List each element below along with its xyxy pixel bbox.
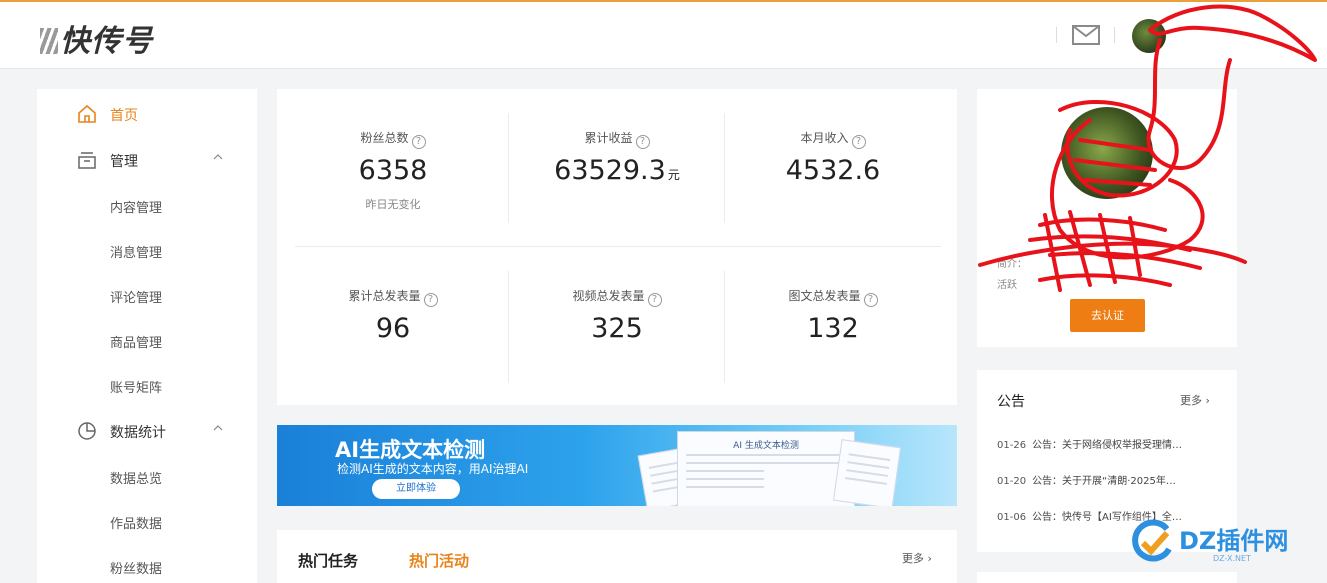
stat-income-total: 累计收益? 63529.3 元 (502, 129, 732, 186)
stat-unit: 元 (667, 168, 680, 182)
stat-value: 4532.6 (785, 155, 881, 186)
sidebar-item-data-overview[interactable]: 数据总览 (110, 468, 162, 487)
header-divider (1114, 27, 1115, 43)
home-icon (78, 104, 96, 123)
help-icon[interactable]: ? (635, 135, 650, 149)
notice-date: 01-20 (997, 476, 1027, 487)
logo[interactable]: 快传号 (40, 16, 153, 60)
stat-fans-total: 粉丝总数? 6358 昨日无变化 (278, 129, 508, 212)
chevron-up-icon[interactable] (213, 423, 223, 433)
notice-title: 公告 (997, 394, 1025, 410)
stat-article-total: 图文总发表量? 132 (718, 287, 948, 344)
profile-avatar[interactable] (1061, 107, 1153, 199)
stat-title: 累计收益 (584, 131, 633, 145)
banner-doc-title: AI 生成文本检测 (733, 441, 799, 451)
notice-text: 公告：关于网络侵权举报受理情… (1032, 440, 1183, 451)
top-header: 快传号 (0, 2, 1327, 69)
more-label: 更多 (902, 552, 924, 565)
sidebar: 首页 管理 内容管理 消息管理 评论管理 商品管理 账号矩阵 数据统计 数据总览… (37, 89, 257, 583)
more-link[interactable]: 更多 › (902, 550, 932, 566)
watermark: DZ插件网 DZ-X.NET (1125, 515, 1325, 575)
notice-more-link[interactable]: 更多 › (1180, 392, 1210, 408)
help-icon[interactable]: ? (851, 135, 866, 149)
notice-date: 01-06 (997, 512, 1027, 523)
sidebar-item-message-manage[interactable]: 消息管理 (110, 242, 162, 261)
sidebar-item-content-manage[interactable]: 内容管理 (110, 197, 162, 216)
stats-row-divider (295, 246, 941, 247)
notice-item[interactable]: 01-26 公告：关于网络侵权举报受理情… (997, 436, 1219, 451)
chevron-up-icon[interactable] (213, 152, 223, 162)
logo-text: 快传号 (60, 24, 153, 59)
sidebar-item-label: 数据统计 (110, 425, 166, 441)
notice-date: 01-26 (997, 440, 1027, 451)
banner-doc-illustration (832, 439, 902, 506)
help-icon[interactable]: ? (423, 293, 438, 307)
sidebar-item-fans-data[interactable]: 粉丝数据 (110, 558, 162, 577)
banner-subtitle: 检测AI生成的文本内容，用AI治理AI (337, 462, 529, 476)
manage-icon (78, 152, 96, 169)
stat-subtext: 昨日无变化 (365, 198, 421, 211)
logo-mark-icon (40, 28, 58, 54)
stat-title: 本月收入 (800, 131, 849, 145)
stat-title: 视频总发表量 (572, 289, 645, 303)
stat-value: 6358 (358, 155, 428, 186)
sidebar-item-label: 管理 (110, 154, 138, 170)
profile-card: 简介： 活跃 去认证 (977, 89, 1237, 347)
sidebar-item-works-data[interactable]: 作品数据 (110, 513, 162, 532)
more-label: 更多 (1180, 394, 1202, 407)
tab-hot-activities[interactable]: 热门活动 (409, 550, 469, 571)
ai-detection-banner[interactable]: AI生成文本检测 检测AI生成的文本内容，用AI治理AI 立即体验 AI 生成文… (277, 425, 957, 506)
stat-title: 粉丝总数 (360, 131, 409, 145)
stat-value: 96 (375, 313, 411, 344)
sidebar-item-comment-manage[interactable]: 评论管理 (110, 287, 162, 306)
stat-title: 累计总发表量 (348, 289, 421, 303)
stat-month-income: 本月收入? 4532.6 (718, 129, 948, 186)
notice-item[interactable]: 01-20 公告：关于开展“清朗·2025年… (997, 472, 1219, 487)
stat-value: 325 (591, 313, 643, 344)
pie-chart-icon (78, 422, 96, 440)
user-avatar[interactable] (1132, 19, 1166, 53)
stat-title: 图文总发表量 (788, 289, 861, 303)
watermark-logo-icon (1132, 519, 1172, 562)
banner-try-button[interactable]: 立即体验 (372, 479, 460, 499)
sidebar-item-home[interactable]: 首页 (37, 96, 257, 132)
chevron-right-icon: › (1202, 394, 1210, 407)
sidebar-item-label: 首页 (110, 108, 138, 124)
tab-hot-tasks[interactable]: 热门任务 (298, 550, 358, 571)
sidebar-item-account-matrix[interactable]: 账号矩阵 (110, 377, 162, 396)
sidebar-item-goods-manage[interactable]: 商品管理 (110, 332, 162, 351)
header-divider (1056, 27, 1057, 43)
watermark-text: DZ插件网 (1179, 527, 1289, 555)
profile-intro-label-2: 活跃 (997, 280, 1017, 291)
profile-intro-label: 简介： (997, 259, 1027, 270)
help-icon[interactable]: ? (863, 293, 878, 307)
mail-icon[interactable] (1072, 25, 1100, 45)
watermark-subtext: DZ-X.NET (1213, 554, 1251, 563)
help-icon[interactable]: ? (647, 293, 662, 307)
help-icon[interactable]: ? (411, 135, 426, 149)
stat-posts-total: 累计总发表量? 96 (278, 287, 508, 344)
sidebar-item-manage[interactable]: 管理 (37, 142, 257, 178)
verify-button[interactable]: 去认证 (1070, 299, 1145, 332)
stat-value: 63529.3 (554, 155, 666, 186)
chevron-right-icon: › (924, 552, 932, 565)
stat-value: 132 (807, 313, 859, 344)
sidebar-item-stats[interactable]: 数据统计 (37, 413, 257, 449)
stat-video-total: 视频总发表量? 325 (502, 287, 732, 344)
notice-text: 公告：关于开展“清朗·2025年… (1032, 476, 1176, 487)
banner-doc-main: AI 生成文本检测 (677, 431, 855, 506)
hot-tasks-card: 热门任务 热门活动 更多 › (277, 530, 957, 583)
stats-card: 粉丝总数? 6358 昨日无变化 累计收益? 63529.3 元 本月收入? 45… (277, 89, 957, 405)
